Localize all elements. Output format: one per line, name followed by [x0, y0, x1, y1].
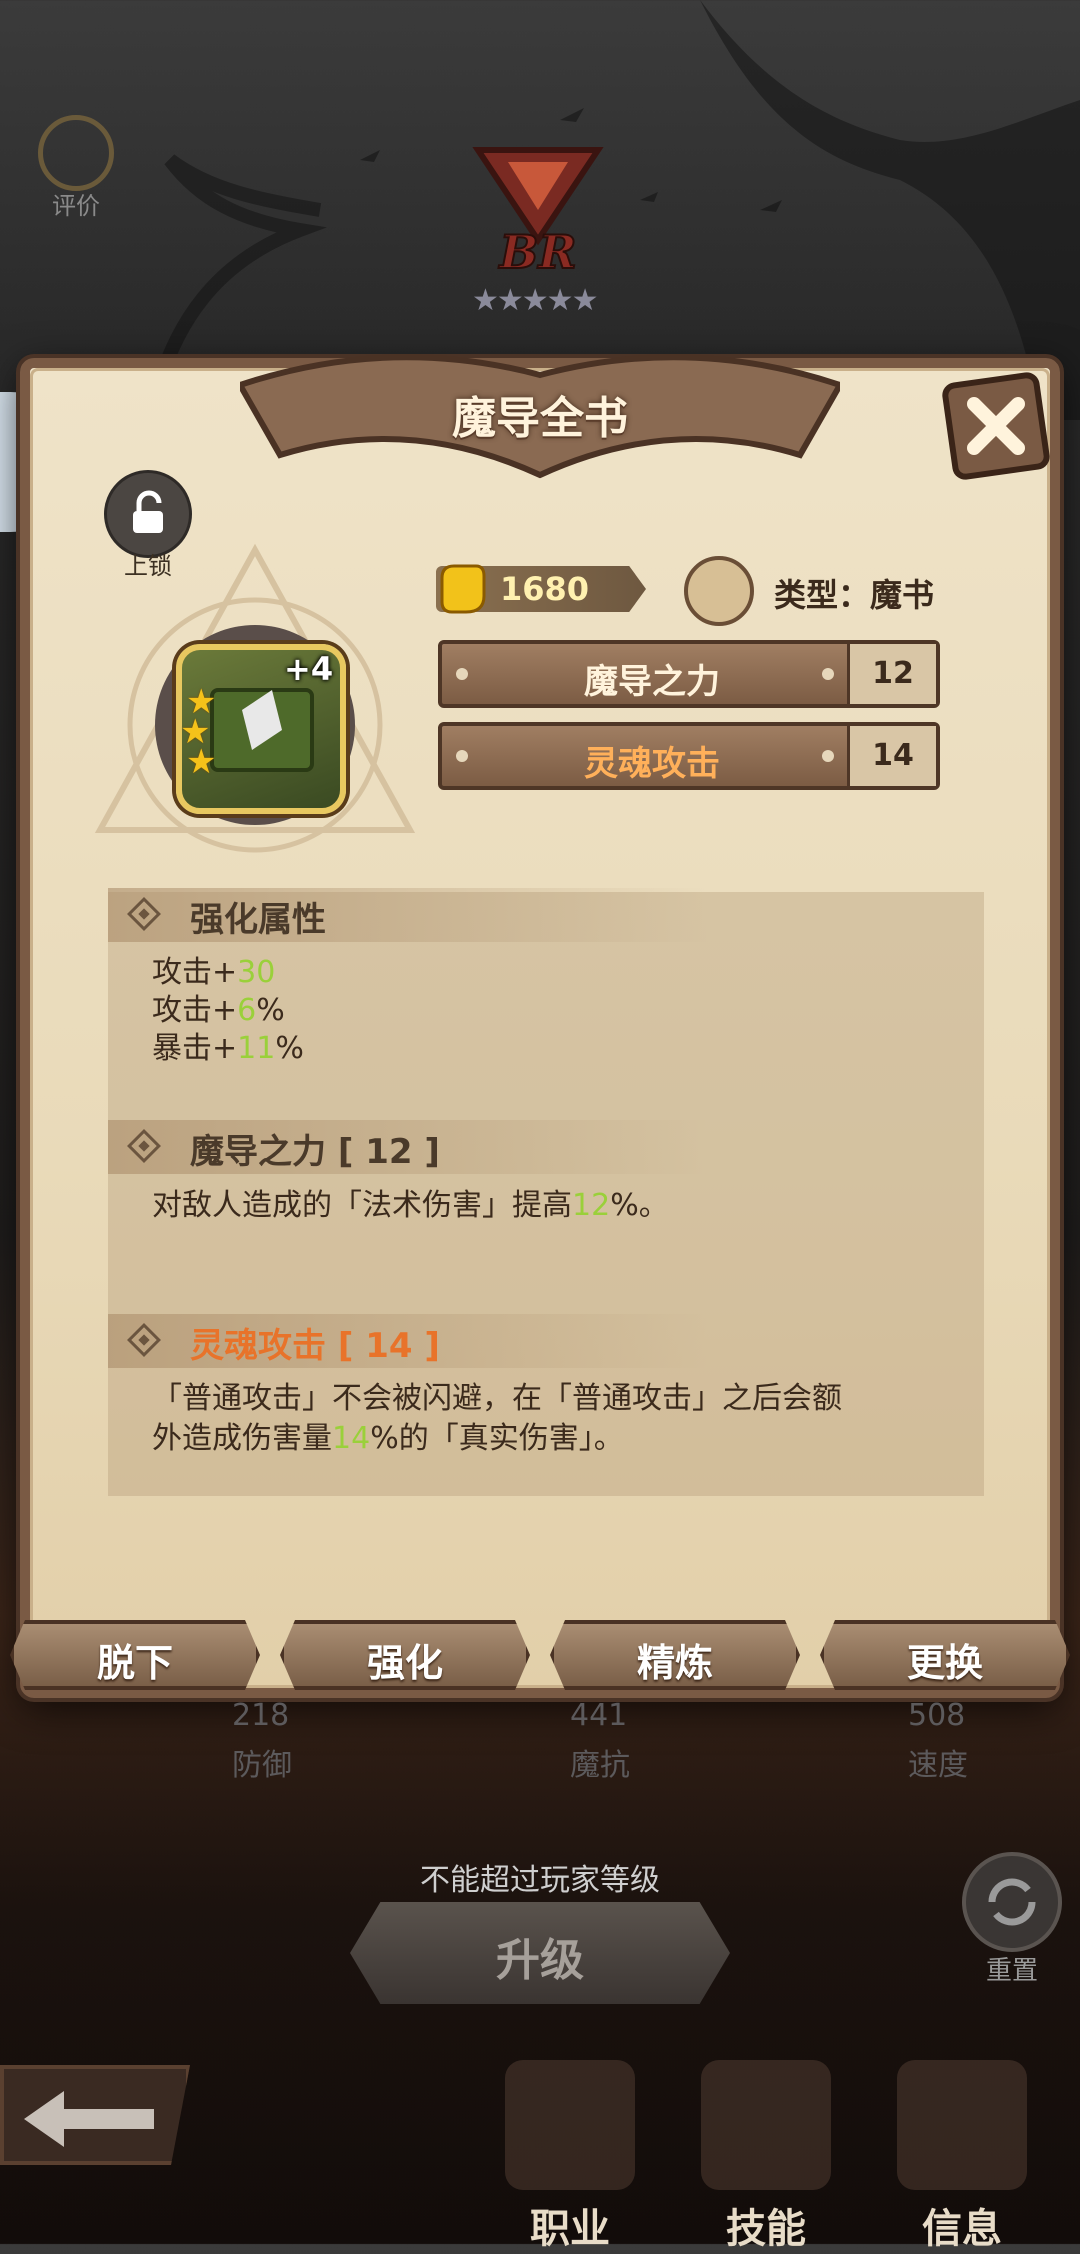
skill-level: 14	[847, 726, 936, 786]
skill1-desc: 对敌人造成的「法术伤害」提高12%。	[152, 1188, 669, 1223]
stat-speed-value: 508	[908, 1698, 966, 1733]
skill2-title: 灵魂攻击 [ 14 ]	[190, 1326, 440, 1366]
stat-defense-value: 218	[232, 1698, 290, 1733]
rating-label: 评价	[52, 192, 100, 220]
enhance-line: 攻击+30	[152, 955, 276, 990]
type-label: 类型：魔书	[774, 576, 935, 614]
item-title: 魔导全书	[452, 393, 628, 444]
back-button[interactable]	[0, 2065, 190, 2165]
refine-button[interactable]: 精炼	[550, 1620, 800, 1690]
item-star: ★	[186, 742, 217, 782]
skill-bar-soul-attack[interactable]: 灵魂攻击 14	[438, 722, 940, 790]
close-button[interactable]	[940, 370, 1052, 482]
stat-magic-res-label: 魔抗	[570, 1748, 630, 1783]
enhance-line: 攻击+6%	[152, 993, 285, 1028]
reset-label: 重置	[985, 1956, 1038, 1986]
enhance-line: 暴击+11%	[152, 1031, 304, 1066]
upgrade-note: 不能超过玩家等级	[420, 1863, 660, 1898]
nav-class[interactable]: 职业	[480, 2060, 660, 2252]
fist-icon	[440, 564, 486, 614]
skill-name: 魔导之力	[584, 662, 720, 702]
skill1-title: 魔导之力 [ 12 ]	[190, 1132, 440, 1172]
rank-stars: ★★★★★	[472, 283, 598, 318]
rune-icon	[701, 2060, 831, 2190]
rating-button[interactable]	[38, 115, 114, 191]
upgrade-label: 升级	[496, 1935, 584, 1986]
skill2-desc-line1: 「普通攻击」不会被闪避，在「普通攻击」之后会额	[152, 1381, 842, 1416]
rank-emblem: BR	[472, 147, 604, 280]
nav-info[interactable]: 信息	[872, 2060, 1052, 2252]
power-value: 1680	[500, 570, 590, 608]
skill-level: 12	[847, 644, 936, 704]
book-type-icon	[684, 556, 754, 626]
refresh-icon	[988, 1878, 1036, 1926]
reset-button[interactable]	[962, 1852, 1062, 1952]
item-enhance-level: +4	[284, 650, 334, 688]
unequip-button[interactable]: 脱下	[10, 1620, 260, 1690]
back-arrow-icon	[24, 2091, 154, 2147]
enhance-button[interactable]: 强化	[280, 1620, 530, 1690]
enhance-title: 强化属性	[190, 900, 326, 940]
chess-piece-icon	[505, 2060, 635, 2190]
replace-button[interactable]: 更换	[820, 1620, 1070, 1690]
skill-name: 灵魂攻击	[584, 744, 720, 784]
document-icon	[897, 2060, 1027, 2190]
nav-skills[interactable]: 技能	[676, 2060, 856, 2252]
skill-bar-magic-power[interactable]: 魔导之力 12	[438, 640, 940, 708]
rank-text: BR	[497, 225, 576, 279]
skill2-desc-line2: 外造成伤害量14%的「真实伤害」。	[152, 1421, 624, 1456]
stat-magic-res-value: 441	[570, 1698, 628, 1733]
stat-speed-label: 速度	[908, 1748, 968, 1783]
stat-defense-label: 防御	[232, 1748, 292, 1783]
